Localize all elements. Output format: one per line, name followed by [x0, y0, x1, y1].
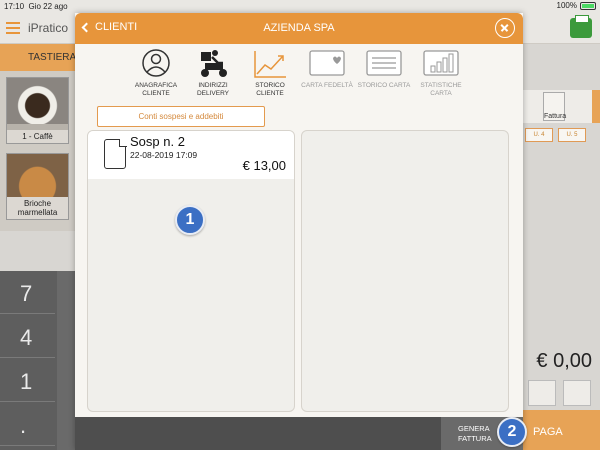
document-tabs: Fattura: [523, 90, 600, 123]
modal-title: AZIENDA SPA: [263, 22, 335, 34]
tab-fattura[interactable]: Fattura: [543, 92, 566, 121]
product-grid: 1 - Caffè Brioche marmellata: [0, 71, 75, 231]
key-4[interactable]: 4: [0, 315, 55, 358]
status-bar: 17:10 Gio 22 ago 100%: [0, 0, 600, 13]
delivery-scooter-icon: [195, 48, 231, 80]
product-tile[interactable]: 1 - Caffè: [6, 77, 69, 144]
tab-u4[interactable]: U. 4: [525, 128, 553, 142]
list-item[interactable]: Sosp n. 2 22-08-2019 17:09 € 13,00: [88, 131, 294, 179]
pay-button[interactable]: PAGA: [523, 410, 600, 450]
nav-storico-carta[interactable]: STORICO CARTA: [356, 48, 412, 90]
card-history-icon: [366, 48, 402, 80]
nav-storico-cliente[interactable]: STORICO CLIENTE: [242, 48, 298, 98]
person-icon: [138, 48, 174, 80]
key-7[interactable]: 7: [0, 271, 55, 314]
discount-icon[interactable]: [528, 380, 556, 406]
product-label: 1 - Caffè: [7, 130, 68, 143]
record-date: 22-08-2019 17:09: [130, 150, 198, 160]
tab-u5[interactable]: U. 5: [558, 128, 586, 142]
record-detail-panel: [301, 130, 509, 412]
product-tile[interactable]: Brioche marmellata: [6, 153, 69, 220]
bar-stats-icon: [423, 48, 459, 80]
record-title: Sosp n. 2: [130, 134, 185, 149]
qr-code-icon[interactable]: [563, 380, 591, 406]
annotation-badge-1: 1: [175, 205, 205, 235]
numeric-keypad: 7 4 1 .: [0, 271, 75, 450]
battery-icon: [580, 1, 596, 10]
nav-indirizzi-delivery[interactable]: INDIRIZZI DELIVERY: [185, 48, 241, 98]
brioche-image: [7, 154, 68, 200]
document-icon: [104, 138, 127, 169]
tab-conti-sospesi[interactable]: Conti sospesi e addebiti: [97, 106, 265, 127]
customer-modal: CLIENTI AZIENDA SPA ANAGRAFICA CLIENTE I…: [75, 13, 523, 450]
close-icon[interactable]: [495, 18, 515, 38]
modal-header: CLIENTI AZIENDA SPA: [75, 13, 523, 44]
battery-percent: 100%: [556, 1, 577, 10]
annotation-badge-2: 2: [497, 417, 527, 447]
printer-icon[interactable]: [570, 15, 592, 38]
record-amount: € 13,00: [242, 158, 286, 173]
nav-anagrafica-cliente[interactable]: ANAGRAFICA CLIENTE: [128, 48, 184, 98]
nav-carta-fedelta[interactable]: CARTA FEDELTÀ: [299, 48, 355, 90]
key-dot[interactable]: .: [0, 403, 55, 446]
nav-statistiche-carta[interactable]: STATISTICHE CARTA: [413, 48, 469, 98]
order-total: € 0,00: [536, 350, 592, 372]
records-list: Sosp n. 2 22-08-2019 17:09 € 13,00: [87, 130, 295, 412]
app-brand: iPratico: [28, 21, 69, 35]
modal-footer: GENERA FATTURA: [75, 417, 523, 450]
trend-chart-icon: [252, 48, 288, 80]
tab-tastiera[interactable]: TASTIERA: [0, 44, 76, 71]
loyalty-card-icon: [309, 48, 345, 80]
coffee-image: [7, 78, 68, 124]
status-time-date: 17:10 Gio 22 ago: [4, 2, 68, 11]
product-label: Brioche marmellata: [7, 197, 68, 219]
menu-icon[interactable]: [6, 22, 20, 34]
key-1[interactable]: 1: [0, 359, 55, 402]
